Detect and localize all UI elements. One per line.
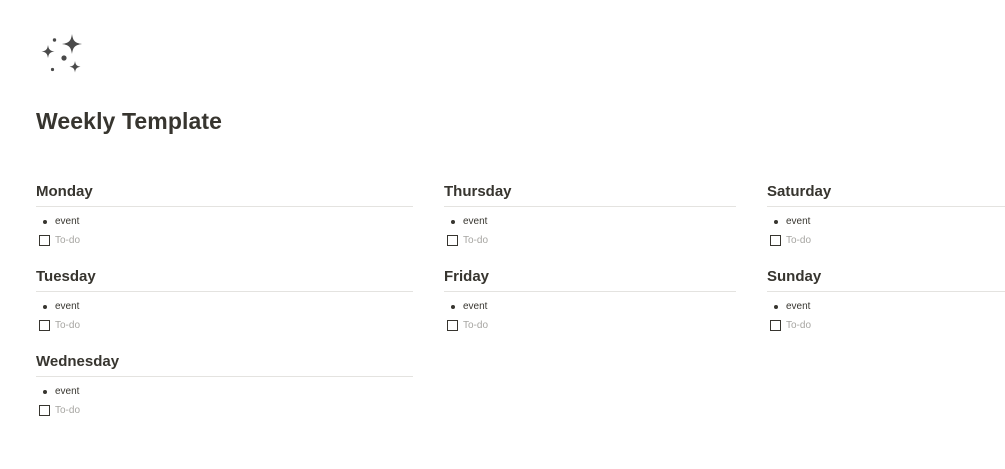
divider [767, 206, 1005, 207]
page: Weekly Template Monday event To-do Tuesd… [0, 0, 1005, 469]
divider [767, 291, 1005, 292]
column-3: Saturday event To-do Sunday event To-do [767, 181, 1005, 351]
bullet-icon [774, 219, 778, 224]
event-item[interactable]: event [36, 297, 413, 316]
day-heading[interactable]: Sunday [767, 266, 1005, 288]
day-block-monday: Monday event To-do [36, 181, 413, 266]
todo-placeholder[interactable]: To-do [55, 405, 80, 416]
todo-placeholder[interactable]: To-do [55, 235, 80, 246]
divider [36, 376, 413, 377]
checkbox[interactable] [39, 235, 50, 246]
event-text[interactable]: event [786, 216, 810, 227]
event-item[interactable]: event [444, 297, 736, 316]
todo-item[interactable]: To-do [767, 316, 1005, 335]
bullet-icon [43, 389, 47, 394]
column-2: Thursday event To-do Friday event To-do [444, 181, 736, 351]
todo-placeholder[interactable]: To-do [786, 320, 811, 331]
todo-item[interactable]: To-do [444, 231, 736, 250]
event-text[interactable]: event [463, 301, 487, 312]
checkbox[interactable] [770, 320, 781, 331]
todo-item[interactable]: To-do [444, 316, 736, 335]
todo-item[interactable]: To-do [36, 231, 413, 250]
day-heading[interactable]: Thursday [444, 181, 736, 203]
checkbox[interactable] [39, 320, 50, 331]
bullet-icon [774, 304, 778, 309]
event-text[interactable]: event [55, 386, 79, 397]
sparkles-icon[interactable] [38, 30, 88, 80]
todo-placeholder[interactable]: To-do [786, 235, 811, 246]
day-heading[interactable]: Tuesday [36, 266, 413, 288]
day-block-thursday: Thursday event To-do [444, 181, 736, 266]
bullet-icon [451, 304, 455, 309]
divider [36, 206, 413, 207]
divider [36, 291, 413, 292]
todo-placeholder[interactable]: To-do [463, 235, 488, 246]
bullet-icon [451, 219, 455, 224]
checkbox[interactable] [39, 405, 50, 416]
event-text[interactable]: event [55, 216, 79, 227]
todo-item[interactable]: To-do [36, 316, 413, 335]
todo-placeholder[interactable]: To-do [55, 320, 80, 331]
event-text[interactable]: event [463, 216, 487, 227]
page-title[interactable]: Weekly Template [36, 105, 222, 137]
day-heading[interactable]: Monday [36, 181, 413, 203]
todo-placeholder[interactable]: To-do [463, 320, 488, 331]
event-item[interactable]: event [36, 382, 413, 401]
divider [444, 291, 736, 292]
day-block-tuesday: Tuesday event To-do [36, 266, 413, 351]
bullet-icon [43, 304, 47, 309]
day-block-sunday: Sunday event To-do [767, 266, 1005, 351]
divider [444, 206, 736, 207]
checkbox[interactable] [447, 235, 458, 246]
checkbox[interactable] [447, 320, 458, 331]
checkbox[interactable] [770, 235, 781, 246]
day-block-friday: Friday event To-do [444, 266, 736, 351]
todo-item[interactable]: To-do [767, 231, 1005, 250]
event-item[interactable]: event [767, 212, 1005, 231]
day-heading[interactable]: Friday [444, 266, 736, 288]
bullet-icon [43, 219, 47, 224]
event-item[interactable]: event [444, 212, 736, 231]
day-heading[interactable]: Saturday [767, 181, 1005, 203]
event-item[interactable]: event [36, 212, 413, 231]
event-item[interactable]: event [767, 297, 1005, 316]
day-block-wednesday: Wednesday event To-do [36, 351, 413, 436]
todo-item[interactable]: To-do [36, 401, 413, 420]
day-heading[interactable]: Wednesday [36, 351, 413, 373]
event-text[interactable]: event [55, 301, 79, 312]
column-1: Monday event To-do Tuesday event To-do W… [36, 181, 413, 436]
event-text[interactable]: event [786, 301, 810, 312]
day-block-saturday: Saturday event To-do [767, 181, 1005, 266]
